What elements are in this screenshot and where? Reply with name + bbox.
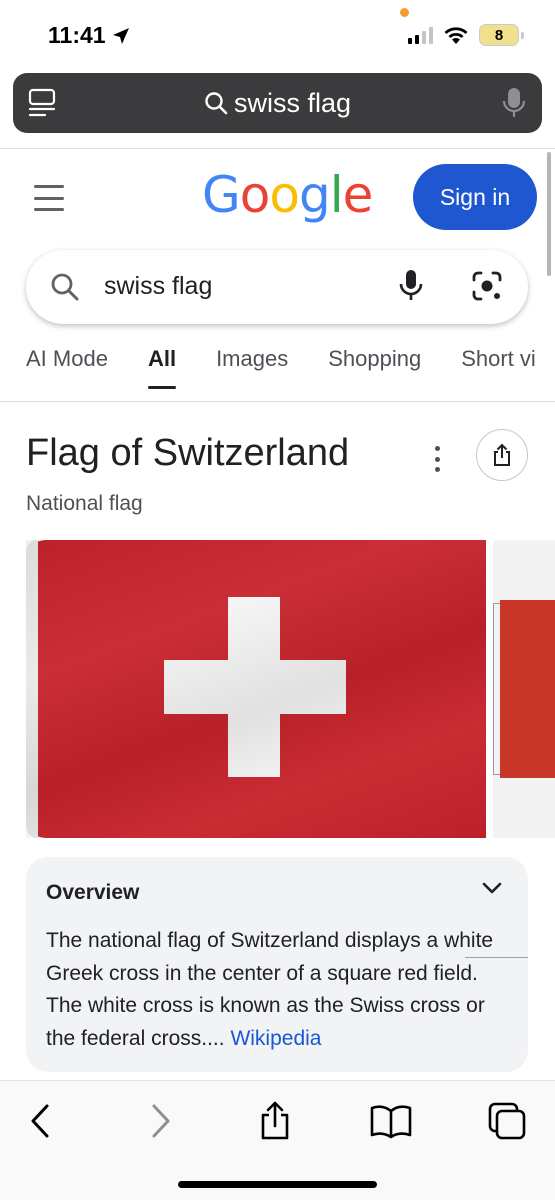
second-flag-image[interactable]: [500, 600, 555, 778]
status-time: 11:41: [48, 22, 130, 49]
battery-indicator: 8: [479, 24, 524, 46]
overview-heading: Overview: [46, 881, 140, 904]
location-arrow-icon: [112, 27, 129, 44]
text-underline-decoration: [465, 957, 528, 958]
home-indicator[interactable]: [178, 1181, 377, 1188]
google-logo-letter: g: [298, 166, 331, 224]
flag-image-edge: [26, 540, 38, 838]
tab-images[interactable]: Images: [216, 346, 288, 372]
sign-in-button[interactable]: Sign in: [413, 164, 537, 230]
forward-icon: [152, 1104, 170, 1138]
search-icon: [205, 92, 228, 115]
tab-short-vi[interactable]: Short vi: [461, 346, 536, 372]
google-logo-letter: o: [269, 166, 300, 224]
flag-cross-horizontal: [164, 660, 346, 714]
camera-search-icon[interactable]: [471, 270, 503, 302]
search-icon: [51, 273, 79, 301]
bookmarks-button[interactable]: [369, 1099, 413, 1143]
microphone-icon[interactable]: [502, 86, 526, 120]
address-field[interactable]: swiss flag: [13, 73, 542, 133]
tab-shopping[interactable]: Shopping: [328, 346, 421, 372]
privacy-indicator-dot: [400, 8, 409, 17]
forward-button[interactable]: [139, 1099, 183, 1143]
back-icon: [31, 1104, 49, 1138]
address-text: swiss flag: [233, 87, 352, 118]
status-icons: 8: [408, 24, 524, 46]
status-bar: 11:41 8: [0, 0, 555, 70]
share-icon: [494, 443, 510, 466]
overview-card: Overview The national flag of Switzerlan…: [26, 857, 528, 1072]
search-input[interactable]: swiss flag: [104, 272, 212, 301]
tab-all[interactable]: All: [147, 346, 177, 389]
overview-ellipsis: ...: [207, 1026, 231, 1050]
tabs-button[interactable]: [485, 1099, 529, 1143]
time-text: 11:41: [48, 22, 106, 48]
google-logo-letter: o: [239, 166, 271, 224]
chevron-down-icon[interactable]: [482, 881, 502, 895]
image-frame: [493, 603, 500, 775]
battery-level: 8: [494, 26, 504, 44]
wikipedia-link[interactable]: Wikipedia: [230, 1027, 321, 1050]
share-toolbar-button[interactable]: [253, 1099, 297, 1143]
menu-icon[interactable]: [34, 185, 64, 211]
wifi-icon: [444, 27, 468, 44]
search-tabs: AI Mode All Images Shopping Short vi: [26, 346, 555, 389]
scrollbar-thumb[interactable]: [547, 152, 551, 276]
more-options-icon[interactable]: [430, 446, 444, 472]
search-box[interactable]: swiss flag: [26, 250, 528, 324]
google-logo-letter: G: [202, 166, 241, 224]
share-button[interactable]: [476, 429, 528, 481]
back-button[interactable]: [18, 1099, 62, 1143]
google-logo-letter: e: [342, 166, 374, 224]
bookmarks-icon: [370, 1105, 412, 1139]
overview-text: The national flag of Switzerland display…: [46, 925, 516, 1055]
google-logo[interactable]: Google: [202, 166, 374, 224]
google-logo-letter: l: [329, 166, 344, 224]
address-bar[interactable]: swiss flag: [13, 73, 542, 133]
voice-search-icon[interactable]: [398, 268, 424, 304]
knowledge-panel-subtitle: National flag: [26, 492, 143, 515]
tab-ai-mode[interactable]: AI Mode: [26, 346, 108, 372]
tabs-icon: [488, 1102, 526, 1140]
knowledge-panel-title: Flag of Switzerland: [26, 432, 350, 474]
cellular-signal-icon: [408, 26, 433, 44]
divider: [0, 148, 555, 149]
share-icon: [261, 1101, 289, 1140]
divider: [0, 401, 555, 402]
